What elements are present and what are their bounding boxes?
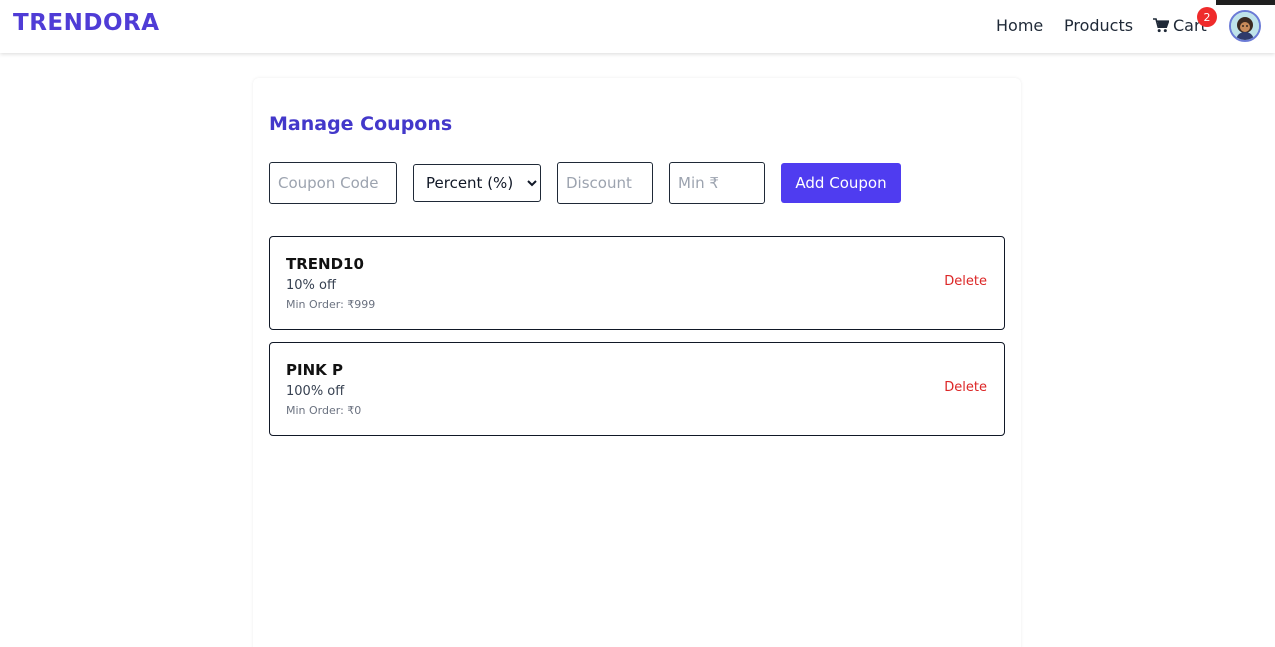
coupon-code: TREND10 xyxy=(286,255,364,273)
discount-type-select[interactable]: Percent (%) xyxy=(413,164,541,202)
coupon-item: TREND10 10% off Min Order: ₹999 Delete xyxy=(269,236,1005,330)
delete-coupon-button[interactable]: Delete xyxy=(944,274,987,289)
user-avatar[interactable] xyxy=(1229,10,1261,42)
coupon-discount: 10% off xyxy=(286,278,336,293)
min-order-input[interactable] xyxy=(669,162,765,204)
coupon-min-order: Min Order: ₹0 xyxy=(286,404,362,417)
brand-logo[interactable]: TRENDORA xyxy=(13,10,160,36)
coupons-card: Manage Coupons Percent (%) Add Coupon TR… xyxy=(253,78,1021,647)
coupon-code-input[interactable] xyxy=(269,162,397,204)
delete-coupon-button[interactable]: Delete xyxy=(944,380,987,395)
coupon-code: PINK P xyxy=(286,361,343,379)
top-navbar: TRENDORA Home Products Cart 2 xyxy=(0,0,1275,53)
coupon-discount: 100% off xyxy=(286,384,345,399)
discount-input[interactable] xyxy=(557,162,653,204)
cart-count-badge: 2 xyxy=(1197,7,1217,27)
cart-icon xyxy=(1153,18,1169,33)
nav-products-link[interactable]: Products xyxy=(1064,16,1133,35)
page-title: Manage Coupons xyxy=(269,113,453,135)
window-corner-strip xyxy=(1216,0,1275,5)
coupon-item: PINK P 100% off Min Order: ₹0 Delete xyxy=(269,342,1005,436)
avatar-icon xyxy=(1231,12,1259,40)
coupon-min-order: Min Order: ₹999 xyxy=(286,298,376,311)
nav-home-link[interactable]: Home xyxy=(996,16,1043,35)
add-coupon-button[interactable]: Add Coupon xyxy=(781,163,901,203)
